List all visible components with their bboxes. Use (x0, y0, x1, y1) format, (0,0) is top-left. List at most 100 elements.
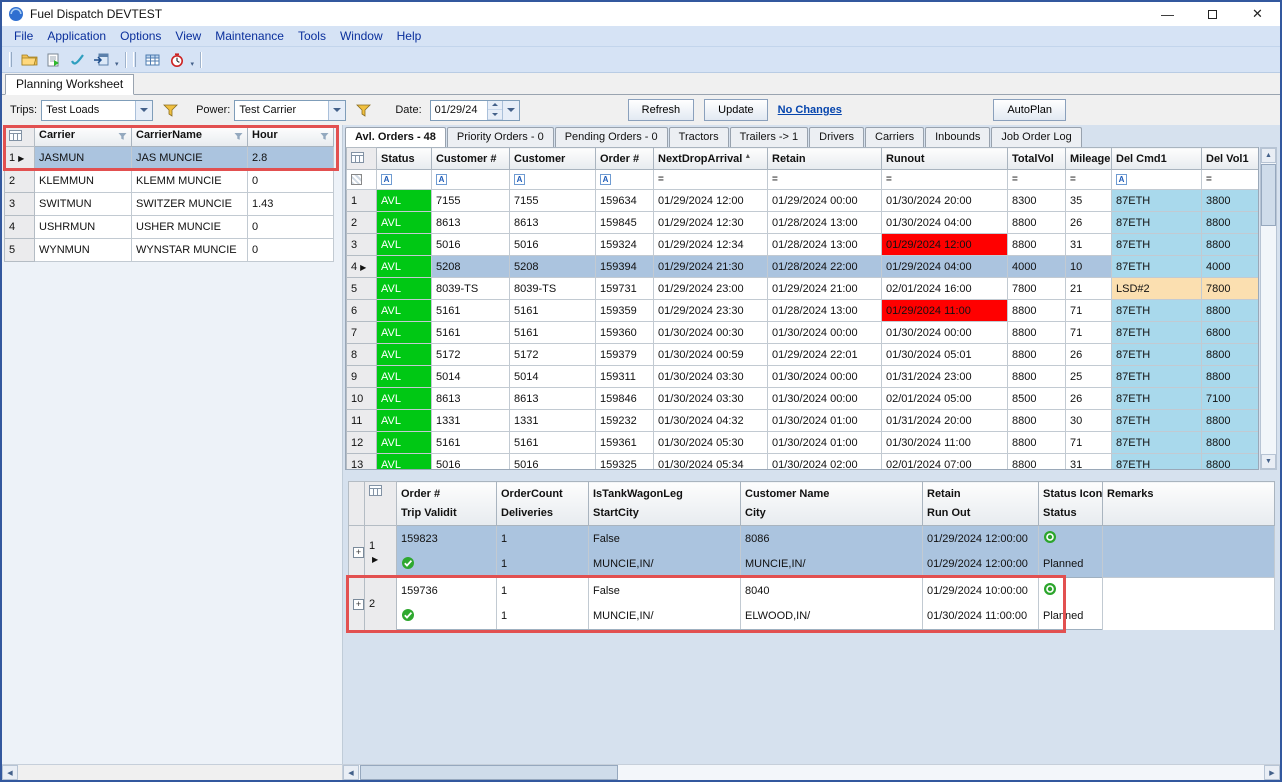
orders-col-header-del-vol1[interactable]: Del Vol1 (1202, 148, 1260, 170)
tab-trailers-1[interactable]: Trailers -> 1 (730, 127, 809, 147)
date-dropdown-icon[interactable] (502, 101, 519, 120)
order-row[interactable]: 1AVL7155715515963401/29/2024 12:0001/29/… (347, 190, 1260, 212)
order-row[interactable]: 5AVL8039-TS8039-TS15973101/29/2024 23:00… (347, 278, 1260, 300)
horizontal-scroll-thumb[interactable] (360, 765, 618, 780)
date-spin-down-icon[interactable] (488, 110, 502, 120)
orders-col-header-status[interactable]: Status (377, 148, 432, 170)
expand-plus-icon[interactable]: + (353, 547, 364, 558)
orders-col-header-totalvol[interactable]: TotalVol (1008, 148, 1066, 170)
tab-drivers[interactable]: Drivers (809, 127, 864, 147)
filter-funnel-icon[interactable] (234, 132, 243, 144)
scroll-up-icon[interactable]: ▲ (1261, 148, 1276, 163)
filter-cell[interactable]: = (654, 170, 768, 190)
trip-row-line1[interactable]: +1▶1598231False808601/29/2024 12:00:00 (349, 526, 1275, 552)
trip-col-header-order-[interactable]: Order #Trip Validit (397, 482, 497, 526)
filter-cell[interactable]: A (1112, 170, 1202, 190)
minimize-icon[interactable]: — (1145, 2, 1190, 26)
toolbar-clear-button[interactable] (65, 49, 89, 71)
menu-file[interactable]: File (7, 27, 40, 45)
orders-vertical-scrollbar[interactable]: ▲ ▼ (1260, 147, 1277, 470)
orders-col-header-mileage[interactable]: Mileage (1066, 148, 1112, 170)
trip-row-line1[interactable]: +21597361False804001/29/2024 10:00:00 (349, 578, 1275, 604)
orders-col-header-order-[interactable]: Order # (596, 148, 654, 170)
order-row[interactable]: 7AVL5161516115936001/30/2024 00:3001/30/… (347, 322, 1260, 344)
orders-col-header-retain[interactable]: Retain (768, 148, 882, 170)
order-row[interactable]: 4▶AVL5208520815939401/29/2024 21:3001/28… (347, 256, 1260, 278)
carrier-col-header-carriername[interactable]: CarrierName (132, 127, 248, 147)
orders-col-header-nextdroparrival[interactable]: NextDropArrival▲ (654, 148, 768, 170)
scroll-left-icon[interactable]: ◀ (343, 765, 359, 780)
close-icon[interactable]: ✕ (1235, 2, 1280, 26)
carrier-row[interactable]: 4USHRMUNUSHER MUNCIE0 (5, 216, 334, 239)
order-row[interactable]: 12AVL5161516115936101/30/2024 05:3001/30… (347, 432, 1260, 454)
orders-col-header-customer-[interactable]: Customer # (432, 148, 510, 170)
order-row[interactable]: 2AVL8613861315984501/29/2024 12:3001/28/… (347, 212, 1260, 234)
toolbar-export-button[interactable] (41, 49, 65, 71)
carrier-row[interactable]: 3SWITMUNSWITZER MUNCIE1.43 (5, 193, 334, 216)
order-row[interactable]: 13AVL5016501615932501/30/2024 05:3401/30… (347, 454, 1260, 471)
carrier-col-header-carrier[interactable]: Carrier (35, 127, 132, 147)
tab-avl-orders-48[interactable]: Avl. Orders - 48 (345, 127, 446, 147)
order-row[interactable]: 10AVL8613861315984601/30/2024 03:3001/30… (347, 388, 1260, 410)
autoplan-button[interactable]: AutoPlan (993, 99, 1066, 121)
tab-priority-orders-0[interactable]: Priority Orders - 0 (447, 127, 554, 147)
power-combo-arrow-icon[interactable] (328, 101, 345, 120)
menu-application[interactable]: Application (40, 27, 113, 45)
tab-job-order-log[interactable]: Job Order Log (991, 127, 1081, 147)
filter-cell[interactable]: = (882, 170, 1008, 190)
filter-cell[interactable]: A (596, 170, 654, 190)
trip-col-header-status-icon[interactable]: Status IconStatus (1039, 482, 1103, 526)
power-combo[interactable]: Test Carrier (234, 100, 346, 121)
order-row[interactable]: 6AVL5161516115935901/29/2024 23:3001/28/… (347, 300, 1260, 322)
filter-cell[interactable]: A (432, 170, 510, 190)
trip-col-header-retain[interactable]: RetainRun Out (923, 482, 1039, 526)
menu-maintenance[interactable]: Maintenance (208, 27, 291, 45)
tab-tractors[interactable]: Tractors (669, 127, 729, 147)
trip-col-header-remarks[interactable]: Remarks (1103, 482, 1275, 526)
trip-expand-cell[interactable]: + (349, 526, 365, 578)
scroll-right-icon[interactable]: ▶ (1264, 765, 1280, 780)
orders-col-header-runout[interactable]: Runout (882, 148, 1008, 170)
scroll-down-icon[interactable]: ▼ (1261, 454, 1276, 469)
refresh-button[interactable]: Refresh (628, 99, 695, 121)
maximize-icon[interactable] (1190, 2, 1235, 26)
orders-col-header-customer[interactable]: Customer (510, 148, 596, 170)
filter-funnel-icon[interactable] (118, 132, 127, 144)
trip-col-header-customer-name[interactable]: Customer NameCity (741, 482, 923, 526)
main-horizontal-scrollbar[interactable]: ◀ ▶ (343, 765, 1280, 780)
orders-grid-selector[interactable] (347, 148, 377, 170)
menu-help[interactable]: Help (390, 27, 429, 45)
trip-expand-cell[interactable]: + (349, 578, 365, 630)
carrier-row[interactable]: 5WYNMUNWYNSTAR MUNCIE0 (5, 239, 334, 262)
carrier-row[interactable]: 1▶JASMUNJAS MUNCIE2.8 (5, 147, 334, 170)
carrier-col-header-hour[interactable]: Hour (248, 127, 334, 147)
tab-pending-orders-0[interactable]: Pending Orders - 0 (555, 127, 668, 147)
tab-inbounds[interactable]: Inbounds (925, 127, 990, 147)
power-filter-button[interactable] (351, 99, 375, 121)
menu-tools[interactable]: Tools (291, 27, 333, 45)
filter-cell[interactable]: = (1202, 170, 1260, 190)
date-spin-up-icon[interactable] (488, 101, 502, 111)
filter-selector-cell[interactable] (347, 170, 377, 190)
trip-col-header-istankwagonleg[interactable]: IsTankWagonLegStartCity (589, 482, 741, 526)
expand-plus-icon[interactable]: + (353, 599, 364, 610)
menu-view[interactable]: View (168, 27, 208, 45)
filter-funnel-icon[interactable] (320, 132, 329, 144)
toolbar-import-button[interactable] (89, 49, 113, 71)
toolbar-grid-button[interactable] (141, 49, 165, 71)
update-button[interactable]: Update (704, 99, 767, 121)
left-scroll-left-icon[interactable]: ◀ (2, 765, 18, 780)
trips-filter-button[interactable] (158, 99, 182, 121)
filter-cell[interactable]: A (510, 170, 596, 190)
order-row[interactable]: 3AVL5016501615932401/29/2024 12:3401/28/… (347, 234, 1260, 256)
filter-cell[interactable]: = (1008, 170, 1066, 190)
filter-cell[interactable]: = (768, 170, 882, 190)
vertical-scroll-thumb[interactable] (1261, 164, 1276, 226)
menu-options[interactable]: Options (113, 27, 168, 45)
order-row[interactable]: 9AVL5014501415931101/30/2024 03:3001/30/… (347, 366, 1260, 388)
filter-cell[interactable]: A (377, 170, 432, 190)
date-input[interactable]: 01/29/24 (430, 100, 520, 121)
toolbar-open-button[interactable] (17, 49, 41, 71)
no-changes-link[interactable]: No Changes (778, 104, 842, 116)
trip-grid-selector[interactable] (365, 482, 397, 526)
